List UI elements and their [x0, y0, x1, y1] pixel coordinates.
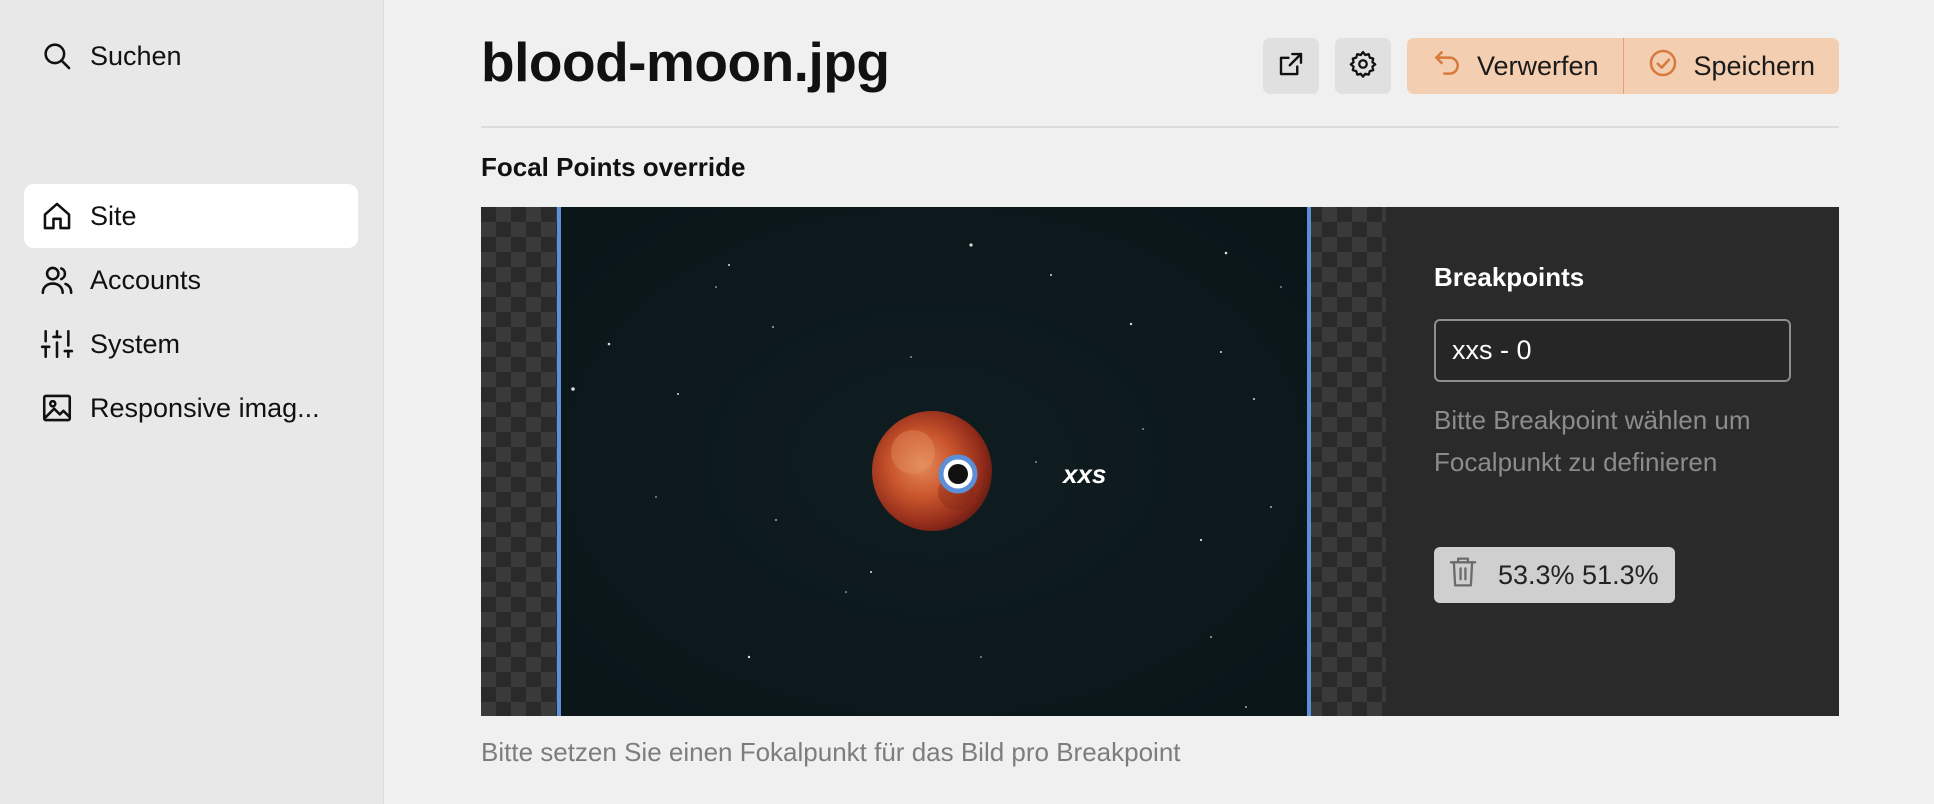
breakpoint-help-text: Bitte Breakpoint wählen um Focalpunkt zu… — [1434, 405, 1751, 477]
breakpoints-panel: Breakpoints xxs - 0 Bitte Breakpoint wäh… — [1386, 207, 1839, 716]
gear-icon — [1348, 49, 1378, 84]
check-circle-icon — [1647, 47, 1679, 86]
sidebar-item-accounts[interactable]: Accounts — [24, 248, 358, 312]
focal-point-marker — [938, 454, 978, 494]
image-canvas[interactable]: xxs — [557, 207, 1311, 716]
focal-point-label: xxs — [1063, 459, 1107, 489]
save-button[interactable]: Speichern — [1622, 38, 1840, 94]
sidebar-item-label: System — [90, 328, 181, 359]
section-label: Focal Points override — [481, 152, 746, 182]
users-icon — [24, 248, 90, 312]
transparency-left — [481, 207, 561, 716]
sliders-icon — [24, 312, 90, 376]
focal-coordinates: 53.3% 51.3% — [1498, 559, 1659, 590]
open-external-button[interactable] — [1263, 38, 1319, 94]
trash-icon[interactable] — [1448, 555, 1478, 596]
focal-point-editor: xxs Breakpoints xxs - 0 Bitte Breakpoint… — [481, 207, 1839, 716]
external-link-icon — [1276, 49, 1306, 84]
discard-label: Verwerfen — [1476, 50, 1599, 81]
search-icon — [24, 24, 90, 88]
header-divider — [481, 126, 1839, 128]
page-title: blood-moon.jpg — [481, 31, 890, 93]
sidebar: Suchen Site Accounts System Responsive i — [0, 0, 384, 804]
image-icon — [24, 376, 90, 440]
focal-coordinates-chip[interactable]: 53.3% 51.3% — [1434, 547, 1675, 603]
app-root: Suchen Site Accounts System Responsive i — [0, 0, 1934, 804]
sidebar-item-site[interactable]: Site — [24, 184, 358, 248]
footer-hint: Bitte setzen Sie einen Fokalpunkt für da… — [481, 737, 1181, 767]
sidebar-item-label: Site — [90, 200, 137, 231]
breakpoints-heading: Breakpoints — [1434, 262, 1585, 292]
breakpoint-select[interactable]: xxs - 0 — [1434, 319, 1791, 382]
sidebar-item-label: Responsive imag... — [90, 392, 320, 423]
undo-icon — [1431, 47, 1463, 86]
settings-button[interactable] — [1335, 38, 1391, 94]
save-label: Speichern — [1693, 50, 1816, 81]
edit-actions: Verwerfen Speichern — [1407, 38, 1839, 94]
sidebar-item-responsive-images[interactable]: Responsive imag... — [24, 376, 358, 440]
search-label: Suchen — [90, 40, 182, 71]
transparency-right — [1307, 207, 1386, 716]
blood-moon-image — [561, 207, 1307, 716]
sidebar-item-system[interactable]: System — [24, 312, 358, 376]
search-button[interactable]: Suchen — [24, 24, 358, 88]
sidebar-item-label: Accounts — [90, 264, 202, 295]
home-icon — [24, 184, 90, 248]
discard-button[interactable]: Verwerfen — [1407, 38, 1623, 94]
